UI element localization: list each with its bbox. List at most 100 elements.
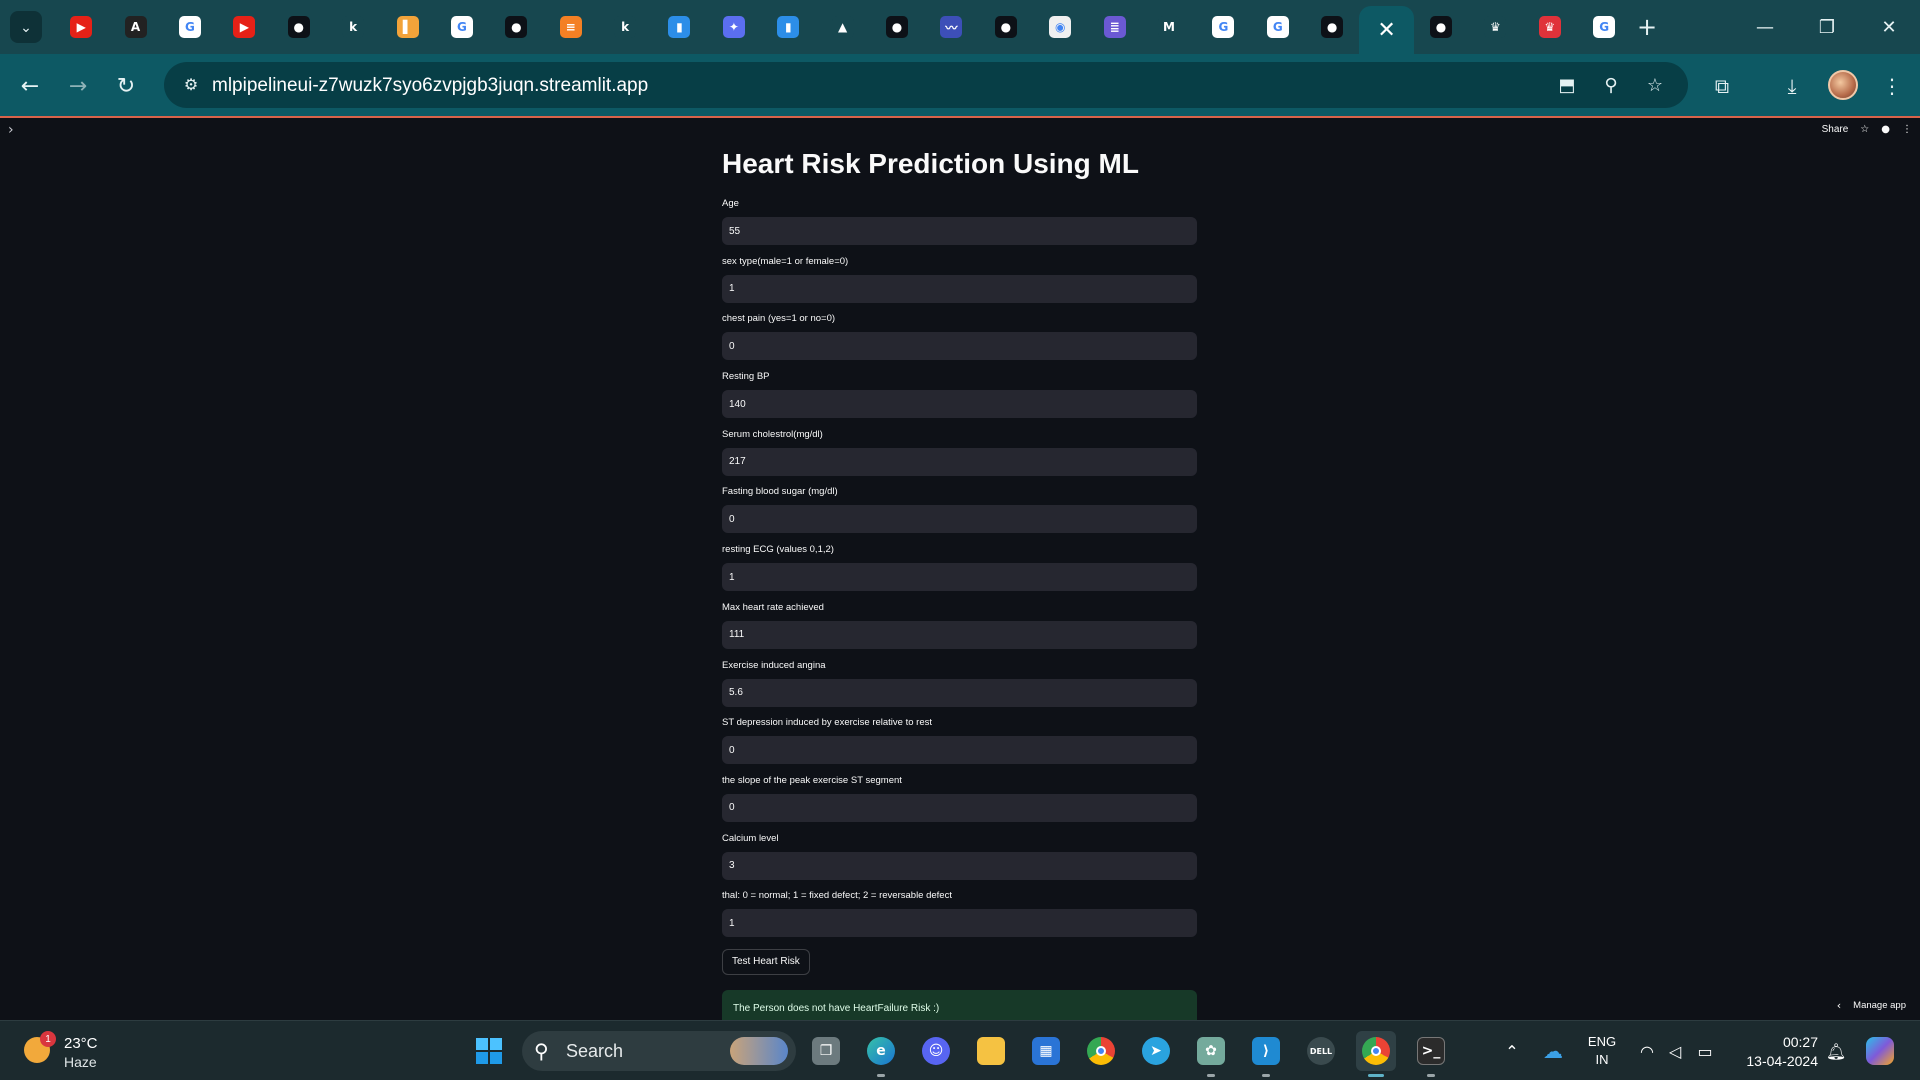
chatgpt-button[interactable]: ✿ [1191, 1031, 1231, 1077]
restore-icon[interactable]: ❐ [1796, 0, 1858, 54]
tab-search-chevron-icon[interactable]: ⌄ [10, 11, 42, 43]
browser-tab[interactable]: ● [870, 0, 924, 54]
profile-avatar[interactable] [1828, 70, 1858, 100]
browser-tab[interactable]: 〰 [924, 0, 978, 54]
browser-tab[interactable]: ● [272, 0, 326, 54]
bookmark-star-icon[interactable]: ☆ [1640, 70, 1670, 100]
telegram-button[interactable]: ➤ [1136, 1031, 1176, 1071]
share-button[interactable]: Share [1822, 124, 1849, 135]
text-input[interactable]: 111 [722, 620, 1197, 649]
text-input[interactable]: 0 [722, 793, 1197, 822]
browser-tab[interactable]: ▶ [54, 0, 108, 54]
text-input[interactable]: 1 [722, 563, 1197, 592]
download-icon[interactable]: ⤓ [1774, 68, 1810, 104]
browser-tab[interactable]: ≡ [544, 0, 598, 54]
notification-bell-icon[interactable]: 🔔︎ [1824, 1021, 1848, 1080]
forward-arrow-icon[interactable]: → [60, 68, 96, 104]
site-settings-icon[interactable]: ⚙ [176, 70, 206, 100]
browser-tab[interactable]: G [163, 0, 217, 54]
sidebar-expand-chevron-icon[interactable]: › [8, 122, 14, 138]
text-input[interactable]: 1 [722, 909, 1197, 938]
onedrive-cloud-icon[interactable]: ☁ [1538, 1021, 1568, 1080]
minimize-icon[interactable]: — [1734, 0, 1796, 54]
test-heart-risk-button[interactable]: Test Heart Risk [722, 948, 810, 975]
clock[interactable]: 00:27 13-04-2024 [1732, 1033, 1818, 1071]
install-app-icon[interactable]: ⬒ [1552, 70, 1582, 100]
browser-tab[interactable]: ✦ [707, 0, 761, 54]
volume-icon[interactable]: ◁ [1664, 1021, 1686, 1080]
text-input[interactable]: 5.6 [722, 678, 1197, 707]
battery-icon[interactable]: ▭ [1694, 1021, 1716, 1080]
browser-tab[interactable]: G [1251, 0, 1305, 54]
star-icon[interactable]: ☆ [1860, 124, 1869, 135]
form-fields: Age 55 sex type(male=1 or female=0) 1 chest … [722, 198, 1197, 948]
browser-tab[interactable]: ● [1305, 0, 1359, 54]
back-arrow-icon[interactable]: ← [12, 68, 48, 104]
taskbar-search[interactable]: ⚲ Search [522, 1031, 796, 1071]
browser-tab[interactable]: ♛ [1468, 0, 1522, 54]
store-button[interactable]: ▦ [1026, 1031, 1066, 1071]
edge-button[interactable]: e [861, 1031, 901, 1077]
folder-icon [977, 1037, 1005, 1065]
browser-tab[interactable]: ▌ [380, 0, 434, 54]
text-input[interactable]: 0 [722, 736, 1197, 765]
browser-tab[interactable]: G [435, 0, 489, 54]
start-button[interactable] [469, 1031, 509, 1071]
show-hidden-icons-chevron-icon[interactable]: ⌃ [1500, 1021, 1524, 1080]
text-input[interactable]: 3 [722, 851, 1197, 880]
browser-tab[interactable]: G [1196, 0, 1250, 54]
browser-tab[interactable]: ▶ [217, 0, 271, 54]
browser-tab[interactable]: ◉ [1033, 0, 1087, 54]
reload-icon[interactable]: ↻ [108, 68, 144, 104]
browser-tab[interactable]: ♛ [1523, 0, 1577, 54]
url-text[interactable]: mlpipelineui-z7wuzk7syo6zvpjgb3juqn.stre… [212, 75, 648, 97]
menu-dots-icon[interactable]: ⋮ [1902, 124, 1912, 135]
address-bar[interactable]: ⚙ mlpipelineui-z7wuzk7syo6zvpjgb3juqn.st… [164, 62, 1688, 108]
dell-button[interactable]: DELL [1301, 1031, 1341, 1071]
extensions-icon[interactable]: ⧉ [1704, 68, 1740, 104]
chrome-button[interactable] [1081, 1031, 1121, 1071]
browser-tab[interactable]: ● [979, 0, 1033, 54]
text-input[interactable]: 140 [722, 390, 1197, 419]
task-view-button[interactable]: ❐ [806, 1031, 846, 1071]
github-icon[interactable]: ● [1881, 124, 1890, 135]
copilot-icon[interactable] [1862, 1021, 1898, 1080]
wifi-icon[interactable]: ◠ [1636, 1021, 1658, 1080]
browser-tab[interactable]: ● [489, 0, 543, 54]
browser-tab[interactable]: ▮ [652, 0, 706, 54]
browser-tab[interactable]: k [326, 0, 380, 54]
chrome-active-button[interactable] [1356, 1031, 1396, 1077]
bookmark-doc-icon: ▌ [396, 16, 419, 38]
search-highlight-image [730, 1037, 788, 1065]
text-input[interactable]: 0 [722, 332, 1197, 361]
browser-tab[interactable]: ✕ [1359, 6, 1414, 54]
file-explorer-button[interactable] [971, 1031, 1011, 1071]
text-input[interactable]: 217 [722, 447, 1197, 476]
text-input[interactable]: 1 [722, 274, 1197, 303]
browser-tab[interactable]: A [108, 0, 162, 54]
more-menu-icon[interactable]: ⋮ [1874, 68, 1910, 104]
vscode-button[interactable]: ⟩ [1246, 1031, 1286, 1077]
text-input[interactable]: 0 [722, 505, 1197, 534]
text-input[interactable]: 55 [722, 217, 1197, 245]
manage-app-button[interactable]: ‹ Manage app [1837, 999, 1906, 1012]
browser-tab[interactable]: ▮ [761, 0, 815, 54]
language-indicator[interactable]: ENG IN [1582, 1033, 1622, 1069]
zoom-icon[interactable]: ⚲ [1596, 70, 1626, 100]
discord-button[interactable]: ☺ [916, 1031, 956, 1071]
browser-tab[interactable]: M [1142, 0, 1196, 54]
weather-condition: Haze [64, 1054, 97, 1070]
tab-close-icon[interactable]: ✕ [1377, 18, 1395, 43]
browser-tab[interactable]: ≣ [1087, 0, 1141, 54]
weather-widget[interactable]: 1 23°C Haze [22, 1029, 112, 1073]
browser-tab[interactable]: k [598, 0, 652, 54]
stackoverflow-icon: ≡ [559, 16, 582, 38]
terminal-button[interactable]: >_ [1411, 1031, 1451, 1077]
new-tab-plus-icon[interactable]: + [1630, 10, 1664, 44]
circuit-icon: ◉ [1049, 16, 1072, 38]
browser-tab[interactable]: ▲ [815, 0, 869, 54]
chevron-left-icon: ‹ [1836, 999, 1842, 1012]
window-close-icon[interactable]: ✕ [1858, 0, 1920, 54]
browser-tab[interactable]: ● [1414, 0, 1468, 54]
browser-tab[interactable]: G [1577, 0, 1631, 54]
